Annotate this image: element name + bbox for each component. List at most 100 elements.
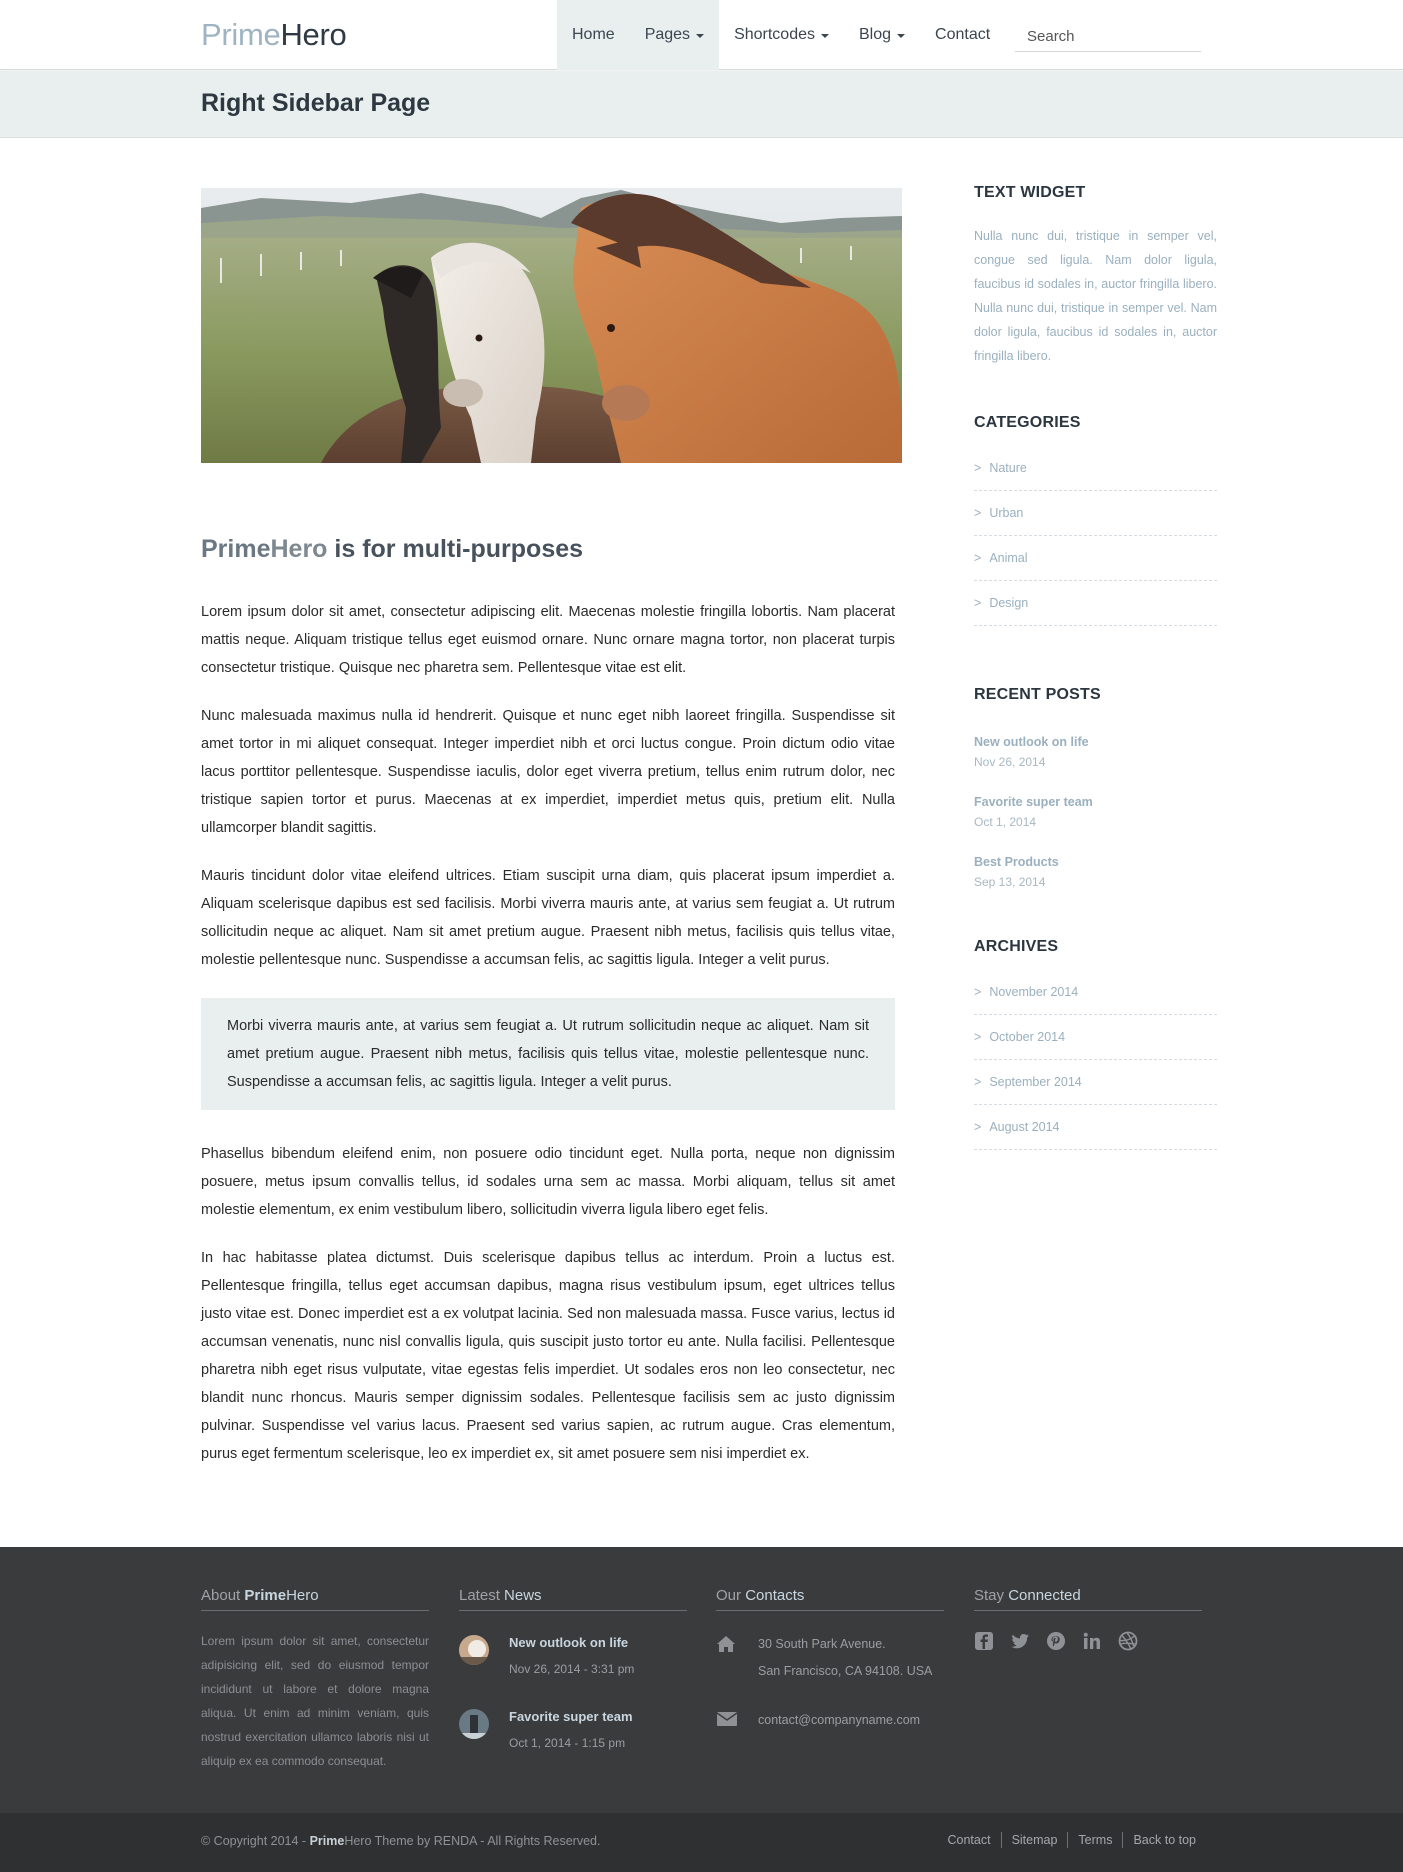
logo-part-prime: Prime (201, 17, 281, 52)
social-links (974, 1631, 1202, 1653)
recent-posts-title: RECENT POSTS (974, 686, 1101, 703)
site-footer: About PrimeHero Lorem ipsum dolor sit am… (0, 1547, 1403, 1813)
nav-item-contact[interactable]: Contact (920, 0, 1005, 70)
news-thumbnail-avatar (459, 1635, 489, 1665)
recent-posts-widget: RECENT POSTS New outlook on life Nov 26,… (974, 686, 1217, 892)
contact-address: 30 South Park Avenue. San Francisco, CA … (716, 1631, 944, 1685)
chevron-right-icon: > (974, 1030, 982, 1044)
nav-contact-label: Contact (935, 26, 991, 43)
category-label: Animal (989, 551, 1028, 565)
news-date: Nov 26, 2014 - 3:31 pm (509, 1662, 635, 1676)
heading-rest: is for multi-purposes (327, 535, 584, 563)
dribbble-icon[interactable] (1118, 1631, 1140, 1653)
heading-brand-prime: Prime (201, 535, 271, 563)
archive-link[interactable]: > September 2014 (974, 1060, 1217, 1105)
footer-link-terms[interactable]: Terms (1067, 1832, 1122, 1848)
nav-item-pages[interactable]: Pages (629, 0, 720, 70)
title-brand-hero: Hero (286, 1587, 319, 1604)
chevron-right-icon: > (974, 1075, 982, 1089)
copyright-brand-hero: Hero (344, 1834, 372, 1848)
footer-link-sitemap[interactable]: Sitemap (1000, 1832, 1068, 1848)
chevron-right-icon: > (974, 596, 982, 610)
title-brand-prime: Prime (244, 1587, 287, 1604)
pinterest-icon[interactable] (1046, 1631, 1068, 1653)
title-highlight: Contacts (745, 1587, 805, 1604)
copyright-suffix: Theme by RENDA - All Rights Reserved. (371, 1834, 601, 1848)
news-title[interactable]: New outlook on life (509, 1631, 634, 1655)
chevron-right-icon: > (974, 461, 982, 475)
top-navbar: PrimeHero Home Pages Shortcodes Blog Con… (0, 0, 1403, 70)
recent-post-date: Sep 13, 2014 (974, 875, 1046, 889)
recent-post-link[interactable]: New outlook on life (974, 732, 1217, 752)
footer-link-contact[interactable]: Contact (937, 1832, 1000, 1848)
news-item[interactable]: New outlook on life Nov 26, 2014 - 3:31 … (459, 1631, 687, 1681)
hero-horses-image (201, 188, 902, 463)
archive-link[interactable]: > August 2014 (974, 1105, 1217, 1150)
recent-post-link[interactable]: Favorite super team (974, 792, 1217, 812)
text-widget-body: Nulla nunc dui, tristique in semper vel,… (974, 229, 1217, 363)
category-link-nature[interactable]: > Nature (974, 446, 1217, 491)
archive-link[interactable]: > October 2014 (974, 1015, 1217, 1060)
home-icon (716, 1631, 758, 1685)
archive-link[interactable]: > November 2014 (974, 970, 1217, 1015)
footer-contacts-title: Our Contacts (716, 1587, 944, 1611)
article-paragraph: Lorem ipsum dolor sit amet, consectetur … (201, 604, 895, 676)
nav-item-shortcodes[interactable]: Shortcodes (719, 0, 844, 70)
archives-title: ARCHIVES (974, 938, 1059, 955)
footer-stay-connected: Stay Connected (974, 1587, 1202, 1653)
twitter-icon[interactable] (1010, 1631, 1032, 1653)
title-highlight: News (504, 1587, 542, 1604)
text-widget-title: TEXT WIDGET (974, 184, 1086, 201)
right-sidebar: TEXT WIDGET Nulla nunc dui, tristique in… (974, 184, 1217, 1150)
archive-label: August 2014 (989, 1120, 1060, 1134)
blockquote: Morbi viverra mauris ante, at varius sem… (201, 998, 895, 1110)
footer-links: Contact Sitemap Terms Back to top (937, 1832, 1196, 1848)
archive-label: November 2014 (989, 985, 1079, 999)
main-nav: Home Pages Shortcodes Blog Contact (557, 0, 1005, 70)
categories-list: > Nature > Urban > Animal > Design (974, 446, 1217, 626)
title-prefix: Latest (459, 1587, 505, 1604)
category-link-design[interactable]: > Design (974, 581, 1217, 626)
footer-bottom-bar: © Copyright 2014 - PrimeHero Theme by RE… (0, 1813, 1403, 1872)
address-line-2: San Francisco, CA 94108. USA (758, 1664, 933, 1678)
recent-post-link[interactable]: Best Products (974, 852, 1217, 872)
archive-label: October 2014 (989, 1030, 1066, 1044)
news-date: Oct 1, 2014 - 1:15 pm (509, 1736, 626, 1750)
site-logo[interactable]: PrimeHero (201, 17, 347, 53)
back-to-top-link[interactable]: Back to top (1122, 1832, 1196, 1848)
recent-post: New outlook on life Nov 26, 2014 (974, 732, 1217, 772)
title-prefix: Stay (974, 1587, 1009, 1604)
archive-label: September 2014 (989, 1075, 1082, 1089)
email-link[interactable]: contact@companyname.com (758, 1707, 920, 1734)
heading-brand-hero: Hero (270, 535, 328, 563)
search-input[interactable] (1015, 22, 1201, 52)
categories-title: CATEGORIES (974, 414, 1081, 431)
article-paragraph: Phasellus bibendum eleifend enim, non po… (201, 1146, 895, 1218)
category-link-urban[interactable]: > Urban (974, 491, 1217, 536)
caret-down-icon (897, 34, 906, 38)
contact-email[interactable]: contact@companyname.com (716, 1707, 944, 1734)
article-paragraph: Mauris tincidunt dolor vitae eleifend ul… (201, 868, 895, 968)
linkedin-icon[interactable] (1082, 1631, 1104, 1653)
facebook-icon[interactable] (974, 1631, 996, 1653)
nav-item-home[interactable]: Home (557, 0, 630, 70)
news-title[interactable]: Favorite super team (509, 1705, 633, 1729)
recent-post-date: Nov 26, 2014 (974, 755, 1046, 769)
copyright-brand-prime: Prime (309, 1834, 345, 1848)
chevron-right-icon: > (974, 506, 982, 520)
footer-contacts: Our Contacts 30 South Park Avenue. San F… (716, 1587, 944, 1734)
copyright-text: © Copyright 2014 - PrimeHero Theme by RE… (201, 1834, 600, 1848)
title-prefix: Our (716, 1587, 746, 1604)
envelope-icon (716, 1707, 758, 1734)
title-prefix: About (201, 1587, 245, 1604)
chevron-right-icon: > (974, 551, 982, 565)
category-link-animal[interactable]: > Animal (974, 536, 1217, 581)
address-line-1: 30 South Park Avenue. (758, 1637, 886, 1651)
news-thumbnail-avatar (459, 1709, 489, 1739)
nav-item-blog[interactable]: Blog (844, 0, 920, 70)
nav-home-label: Home (572, 26, 615, 43)
page-title-bar: Right Sidebar Page (0, 71, 1403, 138)
footer-about-text: Lorem ipsum dolor sit amet, consectetur … (201, 1634, 429, 1768)
main-article: PrimeHero is for multi-purposes Lorem ip… (201, 535, 895, 1488)
news-item[interactable]: Favorite super team Oct 1, 2014 - 1:15 p… (459, 1705, 687, 1755)
